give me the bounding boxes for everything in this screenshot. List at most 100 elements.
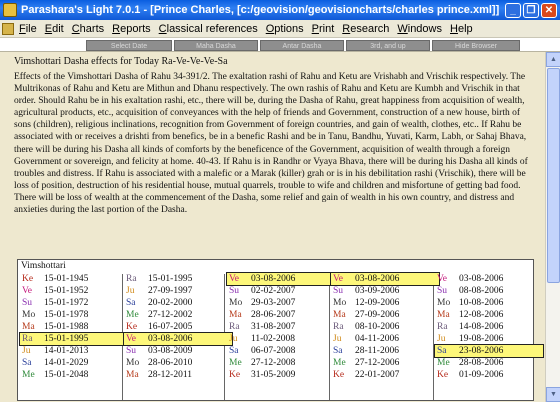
tab-select-date[interactable]: Select Date xyxy=(86,40,172,51)
period-start-date: 19-08-2006 xyxy=(459,334,504,344)
dasha-table-title: Vimshottari xyxy=(21,261,66,271)
period-start-date: 27-09-1997 xyxy=(148,286,193,296)
dasha-period-row[interactable]: Ma 12-08-2006 xyxy=(435,309,543,321)
dasha-period-row[interactable]: Ve 03-08-2006 xyxy=(435,273,543,285)
period-start-date: 03-08-2006 xyxy=(355,274,400,284)
dasha-period-row[interactable]: Mo 10-08-2006 xyxy=(435,297,543,309)
dasha-period-row[interactable]: Ra 31-08-2007 xyxy=(227,321,335,333)
dasha-period-row[interactable]: Ra 15-01-1995 xyxy=(124,273,232,285)
dasha-period-row[interactable]: Me 15-01-2048 xyxy=(20,369,128,381)
planet-abbrev: Ra xyxy=(333,322,344,332)
period-start-date: 16-07-2005 xyxy=(148,322,193,332)
menu-classical-references[interactable]: Classical references xyxy=(159,23,258,35)
menu-bar: File Edit Charts Reports Classical refer… xyxy=(0,20,560,38)
dasha-period-row[interactable]: Ra 14-08-2006 xyxy=(435,321,543,333)
dasha-period-row[interactable]: Mo 29-03-2007 xyxy=(227,297,335,309)
dasha-period-row[interactable]: Ju 11-02-2008 xyxy=(227,333,335,345)
planet-abbrev: Ma xyxy=(126,370,139,380)
menu-reports[interactable]: Reports xyxy=(112,23,151,35)
tab-hide-browser[interactable]: Hide Browser xyxy=(432,40,520,51)
planet-abbrev: Ju xyxy=(22,346,31,356)
dasha-period-row[interactable]: Su 03-09-2006 xyxy=(331,285,439,297)
dasha-period-row[interactable]: Sa 06-07-2008 xyxy=(227,345,335,357)
dasha-period-row[interactable]: Ma 15-01-1988 xyxy=(20,321,128,333)
menu-print[interactable]: Print xyxy=(312,23,335,35)
planet-abbrev: Ma xyxy=(333,310,346,320)
dasha-period-row[interactable]: Sa 23-08-2006 xyxy=(434,344,544,358)
vimshottari-table: Vimshottari Ke 15-01-1945 Ve 15-01-1952 Su 15… xyxy=(17,259,544,401)
dasha-period-row[interactable]: Ke 22-01-2007 xyxy=(331,369,439,381)
dasha-period-row[interactable]: Ma 28-12-2011 xyxy=(124,369,232,381)
dasha-period-row[interactable]: Me 27-12-2002 xyxy=(124,309,232,321)
scroll-down-icon[interactable]: ▼ xyxy=(546,387,560,402)
planet-abbrev: Su xyxy=(333,286,344,296)
restore-button[interactable]: ❐ xyxy=(523,2,539,18)
period-start-date: 11-02-2008 xyxy=(251,334,295,344)
period-start-date: 31-08-2007 xyxy=(251,322,296,332)
dasha-period-row[interactable]: Ve 03-08-2006 xyxy=(226,272,336,286)
planet-abbrev: Me xyxy=(437,358,450,368)
prana-dasha-column: Ve 03-08-2006 Su 08-08-2006 Mo 10-08-2006 Ma 12… xyxy=(434,273,544,381)
vertical-scrollbar[interactable]: ▲ ▼ xyxy=(545,52,560,402)
dasha-period-row[interactable]: Ra 15-01-1995 xyxy=(19,332,129,346)
document-icon[interactable] xyxy=(2,22,14,35)
period-start-date: 28-11-2006 xyxy=(355,346,399,356)
tab-third-and-up[interactable]: 3rd, and up xyxy=(346,40,430,51)
period-start-date: 15-01-1972 xyxy=(44,298,89,308)
dasha-period-row[interactable]: Sa 28-11-2006 xyxy=(331,345,439,357)
menu-windows[interactable]: Windows xyxy=(397,23,442,35)
period-start-date: 23-08-2006 xyxy=(459,346,504,356)
menu-charts[interactable]: Charts xyxy=(72,23,104,35)
dasha-period-row[interactable]: Su 02-02-2007 xyxy=(227,285,335,297)
planet-abbrev: Su xyxy=(437,286,448,296)
menu-options[interactable]: Options xyxy=(266,23,304,35)
dasha-period-row[interactable]: Mo 12-09-2006 xyxy=(331,297,439,309)
minimize-button[interactable]: _ xyxy=(505,2,521,18)
dasha-period-row[interactable]: Me 27-12-2006 xyxy=(331,357,439,369)
dasha-period-row[interactable]: Su 08-08-2006 xyxy=(435,285,543,297)
dasha-period-row[interactable]: Ke 16-07-2005 xyxy=(124,321,232,333)
dasha-period-row[interactable]: Ju 04-11-2006 xyxy=(331,333,439,345)
scroll-thumb[interactable] xyxy=(547,68,560,283)
dasha-period-row[interactable]: Sa 14-01-2029 xyxy=(20,357,128,369)
dasha-period-row[interactable]: Ke 31-05-2009 xyxy=(227,369,335,381)
period-start-date: 27-09-2006 xyxy=(355,310,400,320)
menu-file[interactable]: File xyxy=(19,23,37,35)
planet-abbrev: Ra xyxy=(126,274,137,284)
dasha-period-row[interactable]: Ju 19-08-2006 xyxy=(435,333,543,345)
dasha-period-row[interactable]: Su 03-08-2009 xyxy=(124,345,232,357)
dasha-period-row[interactable]: Ra 08-10-2006 xyxy=(331,321,439,333)
menu-research[interactable]: Research xyxy=(342,23,389,35)
menu-edit[interactable]: Edit xyxy=(45,23,64,35)
dasha-period-row[interactable]: Ju 14-01-2013 xyxy=(20,345,128,357)
close-button[interactable]: ✕ xyxy=(541,2,557,18)
planet-abbrev: Sa xyxy=(126,298,136,308)
app-icon[interactable] xyxy=(3,3,17,17)
dasha-period-row[interactable]: Ma 27-09-2006 xyxy=(331,309,439,321)
dasha-period-row[interactable]: Mo 28-06-2010 xyxy=(124,357,232,369)
dasha-period-row[interactable]: Ke 15-01-1945 xyxy=(20,273,128,285)
tab-maha-dasha[interactable]: Maha Dasha xyxy=(174,40,258,51)
dasha-period-row[interactable]: Ve 15-01-1952 xyxy=(20,285,128,297)
planet-abbrev: Su xyxy=(229,286,240,296)
dasha-period-row[interactable]: Su 15-01-1972 xyxy=(20,297,128,309)
tab-antar-dasha[interactable]: Antar Dasha xyxy=(260,40,344,51)
dasha-period-row[interactable]: Ke 01-09-2006 xyxy=(435,369,543,381)
dasha-period-row[interactable]: Ju 27-09-1997 xyxy=(124,285,232,297)
menu-help[interactable]: Help xyxy=(450,23,473,35)
dasha-period-row[interactable]: Mo 15-01-1978 xyxy=(20,309,128,321)
planet-abbrev: Ke xyxy=(22,274,34,284)
dasha-period-row[interactable]: Ma 28-06-2007 xyxy=(227,309,335,321)
antar-dasha-column: Ra 15-01-1995 Ju 27-09-1997 Sa 20-02-2000 Me 27… xyxy=(123,273,233,381)
title-bar: Parashara's Light 7.0.1 - [Prince Charle… xyxy=(0,0,560,20)
period-start-date: 15-01-1995 xyxy=(44,334,89,344)
dasha-period-row[interactable]: Ve 03-08-2006 xyxy=(123,332,233,346)
dasha-period-row[interactable]: Me 28-08-2006 xyxy=(435,357,543,369)
dasha-period-row[interactable]: Me 27-12-2008 xyxy=(227,357,335,369)
planet-abbrev: Sa xyxy=(229,346,239,356)
period-start-date: 04-11-2006 xyxy=(355,334,399,344)
dasha-period-row[interactable]: Sa 20-02-2000 xyxy=(124,297,232,309)
period-start-date: 14-01-2013 xyxy=(44,346,89,356)
dasha-period-row[interactable]: Ve 03-08-2006 xyxy=(330,272,440,286)
scroll-up-icon[interactable]: ▲ xyxy=(546,52,560,67)
